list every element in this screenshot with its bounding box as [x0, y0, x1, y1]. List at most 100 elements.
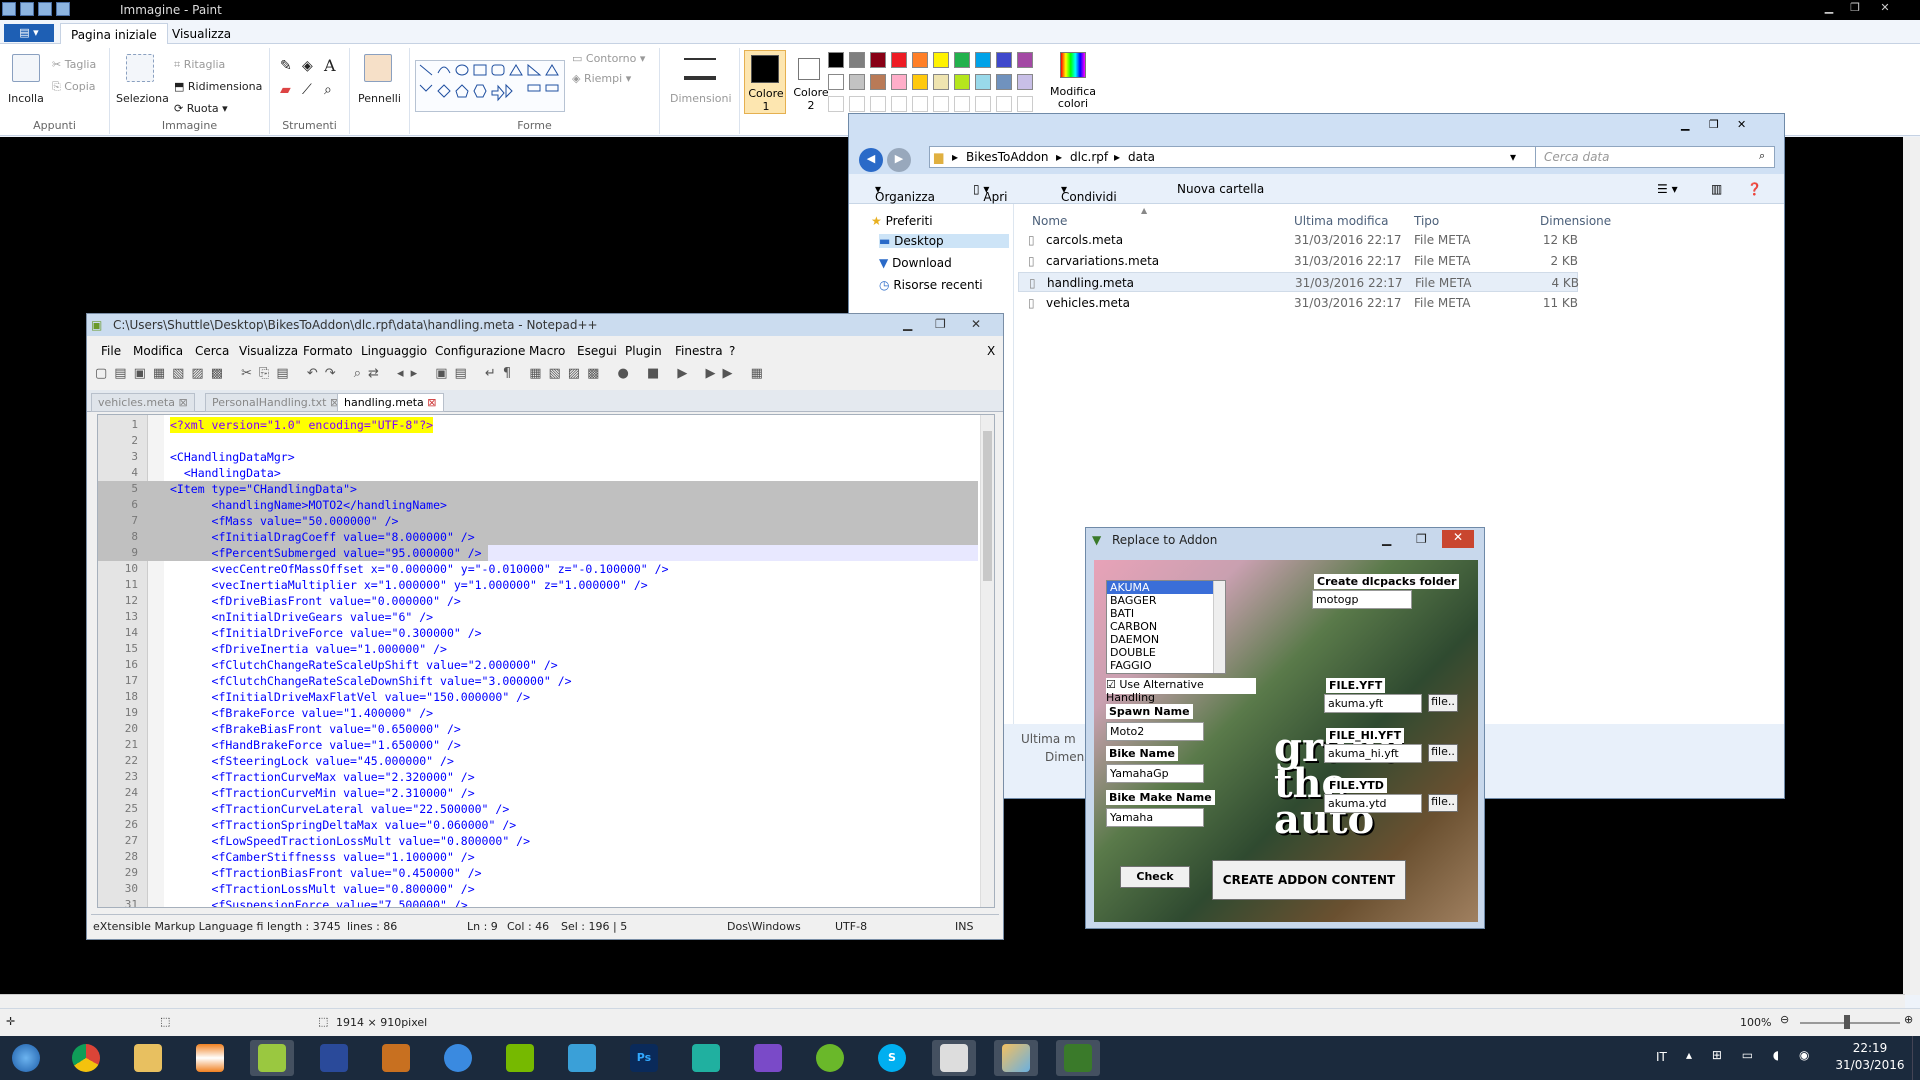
check-button[interactable]: Check — [1120, 866, 1190, 888]
ex-restore-icon[interactable]: ❐ — [1709, 118, 1719, 131]
custom-color-slot[interactable] — [870, 96, 886, 112]
palette-swatch[interactable] — [891, 74, 907, 90]
back-icon[interactable]: ◀ — [859, 148, 883, 172]
dlcpacks-input[interactable]: motogp — [1312, 590, 1412, 609]
size-icon[interactable] — [684, 58, 716, 80]
minimize-icon[interactable]: ▁ — [1820, 1, 1838, 17]
bike-make-input[interactable]: Yamaha — [1106, 808, 1204, 827]
palette-swatch[interactable] — [828, 52, 844, 68]
close-icon[interactable]: ✕ — [1876, 1, 1894, 17]
size-button[interactable]: Dimensioni — [670, 92, 732, 105]
bike-name-input[interactable]: YamahaGp — [1106, 764, 1204, 783]
custom-color-slot[interactable] — [996, 96, 1012, 112]
vertical-scrollbar[interactable] — [1903, 137, 1920, 995]
palette-swatch[interactable] — [996, 74, 1012, 90]
zoom-slider[interactable] — [1800, 1022, 1900, 1024]
yft-input[interactable]: akuma.yft — [1324, 694, 1422, 713]
spawn-name-input[interactable]: Moto2 — [1106, 722, 1204, 741]
menu-format[interactable]: Formato — [303, 344, 353, 358]
npp-close-doc-button[interactable]: X — [987, 344, 995, 358]
new-folder-button[interactable]: Nuova cartella — [1177, 182, 1264, 196]
nav-desktop[interactable]: ▬ Desktop — [879, 234, 1009, 248]
tab-home[interactable]: Pagina iniziale — [60, 23, 168, 44]
file-row[interactable]: ▯ handling.meta 31/03/2016 22:17 File META 4… — [1018, 272, 1579, 292]
npp-minimize-icon[interactable]: ▁ — [903, 317, 912, 331]
bike-list-item[interactable]: CARBON — [1107, 620, 1213, 633]
custom-color-slot[interactable] — [912, 96, 928, 112]
path-segment[interactable]: data — [1128, 147, 1155, 167]
show-desktop-button[interactable] — [1912, 1036, 1920, 1080]
npp-restore-icon[interactable]: ❐ — [935, 317, 946, 331]
custom-color-slot[interactable] — [849, 96, 865, 112]
pencil-icon[interactable]: ✎ — [280, 58, 292, 74]
zoom-slider-thumb[interactable] — [1844, 1015, 1850, 1029]
hi-yft-input[interactable]: akuma_hi.yft — [1324, 744, 1422, 763]
brush-icon[interactable] — [364, 54, 392, 82]
col-name[interactable]: Nome — [1032, 214, 1067, 228]
custom-color-slot[interactable] — [933, 96, 949, 112]
tab-handling-meta[interactable]: handling.meta ⊠ — [337, 393, 444, 412]
help-icon[interactable]: ❓ — [1747, 182, 1762, 196]
addon-close-icon[interactable]: ✕ — [1442, 530, 1474, 548]
cut-button[interactable]: ✂ Taglia — [52, 58, 96, 71]
taskbar-skype[interactable]: S — [870, 1040, 914, 1076]
taskbar-chrome[interactable] — [64, 1040, 108, 1076]
menu-help[interactable]: ? — [729, 344, 735, 358]
col-type[interactable]: Tipo — [1414, 214, 1439, 228]
taskbar-app5[interactable] — [312, 1040, 356, 1076]
col-modified[interactable]: Ultima modifica — [1294, 214, 1389, 228]
share-button[interactable]: Condividi con ▾ — [1061, 182, 1117, 218]
editor-scrollbar-thumb[interactable] — [983, 431, 992, 581]
palette-swatch[interactable] — [1017, 74, 1033, 90]
menu-settings[interactable]: Configurazione — [435, 344, 525, 358]
path-segment[interactable]: dlc.rpf — [1070, 147, 1108, 167]
start-button[interactable] — [4, 1040, 48, 1076]
palette-swatch[interactable] — [849, 52, 865, 68]
taskbar-nvidia[interactable] — [498, 1040, 542, 1076]
clock-date[interactable]: 31/03/2016 — [1830, 1058, 1910, 1072]
select-icon[interactable] — [126, 54, 154, 82]
rotate-button[interactable]: ⟳ Ruota ▾ — [174, 102, 228, 115]
undo-icon[interactable] — [38, 2, 52, 16]
bike-list-item[interactable]: BATI — [1107, 607, 1213, 620]
yft-browse-button[interactable]: file.. — [1428, 694, 1458, 712]
col-size[interactable]: Dimensione — [1540, 214, 1611, 228]
zoom-out-icon[interactable]: ⊖ — [1780, 1013, 1789, 1026]
tab-close-icon[interactable]: ⊠ — [427, 396, 436, 409]
paint-app-icon[interactable] — [2, 2, 16, 16]
bike-list-item[interactable]: DAEMON — [1107, 633, 1213, 646]
address-dropdown-icon[interactable]: ▾ — [1510, 147, 1516, 167]
custom-color-slot[interactable] — [954, 96, 970, 112]
palette-swatch[interactable] — [912, 74, 928, 90]
clipboard-icon[interactable] — [12, 54, 40, 82]
palette-swatch[interactable] — [996, 52, 1012, 68]
outline-button[interactable]: ▭ Contorno ▾ — [572, 52, 645, 65]
search-icon[interactable]: ⌕ — [1759, 149, 1765, 163]
toolbar-icons[interactable]: ▢▤▣▦▧▨▩ ✂⎘▤ ↶↷ ⌕⇄ ◂▸ ▣▤ ↵¶ ▦▧▨▩ ● ■ ▶ ▶▶… — [95, 366, 770, 381]
search-input[interactable]: Cerca data — [1535, 146, 1775, 168]
tab-vehicles-meta[interactable]: vehicles.meta ⊠ — [91, 393, 195, 412]
tab-close-icon[interactable]: ⊠ — [178, 396, 187, 409]
paste-button[interactable]: Incolla — [8, 92, 44, 105]
bike-listbox[interactable]: AKUMA BAGGER BATI CARBON DAEMON DOUBLE FAGGIO — [1106, 580, 1226, 674]
taskbar-app9[interactable] — [560, 1040, 604, 1076]
menu-plugin[interactable]: Plugin — [625, 344, 662, 358]
palette-swatch[interactable] — [912, 52, 928, 68]
fill-shape-button[interactable]: ◈ Riempi ▾ — [572, 72, 631, 85]
palette-swatch[interactable] — [870, 74, 886, 90]
restore-icon[interactable]: ❐ — [1846, 1, 1864, 17]
palette-swatch[interactable] — [954, 74, 970, 90]
ytd-browse-button[interactable]: file.. — [1428, 794, 1458, 812]
palette-swatch[interactable] — [1017, 52, 1033, 68]
create-addon-button[interactable]: CREATE ADDON CONTENT — [1212, 860, 1406, 900]
menu-edit[interactable]: Modifica — [133, 344, 183, 358]
fill-icon[interactable]: ◈ — [302, 58, 313, 74]
taskbar-notepadpp[interactable] — [250, 1040, 294, 1076]
hi-yft-browse-button[interactable]: file.. — [1428, 744, 1458, 762]
zoom-in-icon[interactable]: ⊕ — [1904, 1013, 1913, 1026]
taskbar-app7[interactable] — [436, 1040, 480, 1076]
menu-file[interactable]: File — [101, 344, 121, 358]
taskbar-app11[interactable] — [684, 1040, 728, 1076]
palette-swatch[interactable] — [849, 74, 865, 90]
magnifier-icon[interactable]: ⌕ — [324, 82, 332, 98]
